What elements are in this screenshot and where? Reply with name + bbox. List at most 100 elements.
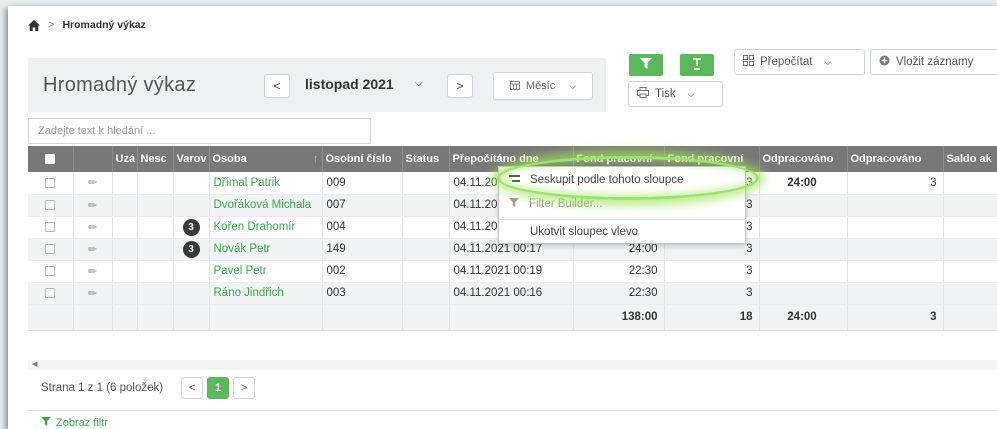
- pencil-icon[interactable]: ✏: [88, 288, 97, 300]
- person-name-cell[interactable]: Novák Petr: [209, 238, 323, 261]
- row-checkbox[interactable]: [45, 199, 56, 210]
- select-all-header[interactable]: [28, 146, 74, 172]
- edit-cell[interactable]: ✏: [73, 260, 113, 283]
- cell: [137, 216, 174, 239]
- row-checkbox-cell[interactable]: [28, 172, 74, 195]
- person-name-cell[interactable]: Dvořáková Michala: [209, 194, 323, 217]
- column-header[interactable]: Odpracováno: [847, 146, 944, 172]
- pager-summary: Strana 1 z 1 (6 položek): [41, 382, 164, 394]
- warning-count-badge[interactable]: 3: [182, 218, 200, 236]
- page-title: Hromadný výkaz: [43, 74, 197, 96]
- cell: [137, 172, 174, 195]
- filter-button[interactable]: [629, 54, 663, 76]
- column-header[interactable]: Nesc: [137, 146, 174, 172]
- recalc-button[interactable]: Přepočítat ⌵: [734, 49, 865, 75]
- pencil-icon[interactable]: ✏: [88, 266, 97, 278]
- menu-item-freeze-left[interactable]: Ukotvit sloupec vlevo: [499, 221, 745, 243]
- clear-filter-icon: [691, 57, 703, 73]
- row-checkbox[interactable]: [45, 177, 56, 188]
- clear-filter-button[interactable]: [680, 54, 714, 76]
- next-page-button[interactable]: >: [233, 377, 256, 399]
- breadcrumb: > Hromadný výkaz: [28, 19, 146, 31]
- edit-cell[interactable]: ✏: [73, 216, 113, 239]
- edit-cell[interactable]: ✏: [73, 194, 113, 217]
- page-button-current[interactable]: 1: [207, 377, 230, 399]
- prev-month-button[interactable]: <: [264, 74, 290, 98]
- person-name-cell[interactable]: Pavel Petr: [209, 260, 323, 283]
- next-month-button[interactable]: >: [447, 74, 473, 98]
- recalculated-date-cell: 04.11.2021 00:19: [449, 260, 574, 283]
- pencil-icon[interactable]: ✏: [88, 222, 97, 234]
- row-checkbox-cell[interactable]: [28, 194, 74, 217]
- row-checkbox-cell[interactable]: [28, 216, 74, 239]
- pencil-icon[interactable]: ✏: [88, 200, 97, 212]
- total-empty-cell: [322, 304, 403, 331]
- status-cell: [402, 282, 450, 305]
- select-all-checkbox[interactable]: [45, 154, 56, 165]
- print-label: Tisk: [655, 88, 676, 100]
- fund-hours-cell: 22:30: [573, 260, 665, 283]
- search-input[interactable]: Zadejte text k hledání ...: [28, 118, 371, 144]
- grid-icon: [743, 55, 754, 69]
- worked-hours-cell: 24:00: [759, 172, 848, 195]
- table-row[interactable]: ✏ Pavel Petr 002 04.11.2021 00:19 22:30 3: [28, 260, 997, 283]
- show-filter-link[interactable]: Zobraz filtr: [28, 410, 997, 429]
- total-empty-cell: [943, 304, 997, 331]
- personal-number-cell: 007: [322, 194, 403, 217]
- chevron-right-icon: >: [456, 79, 464, 93]
- pencil-icon[interactable]: ✏: [88, 177, 97, 189]
- total-empty-cell: [402, 304, 450, 331]
- chevron-down-icon[interactable]: ⌵: [415, 78, 423, 89]
- worked-days-cell: [847, 260, 944, 283]
- period-select[interactable]: Měsíc ⌵: [493, 72, 593, 100]
- edit-cell[interactable]: ✏: [73, 238, 113, 261]
- worked-hours-cell: [759, 238, 848, 261]
- cell: [137, 282, 174, 305]
- row-checkbox-cell[interactable]: [28, 260, 74, 283]
- table-row[interactable]: ✏ Ráno Jindřich 003 04.11.2021 00:16 22:30 3: [28, 282, 997, 305]
- row-checkbox-cell[interactable]: [28, 238, 74, 261]
- totals-row: 138:00 18 24:00 3: [28, 304, 997, 331]
- column-header[interactable]: Odpracováno: [759, 146, 848, 172]
- filter-icon: [640, 58, 652, 72]
- print-button[interactable]: Tisk ⌵: [628, 81, 723, 107]
- insert-records-label: Vložit záznamy: [896, 56, 974, 68]
- balance-cell: [943, 238, 997, 261]
- personal-number-cell: 149: [322, 238, 403, 261]
- column-header[interactable]: Osobní číslo: [322, 146, 403, 172]
- status-cell: [402, 260, 450, 283]
- row-checkbox[interactable]: [45, 265, 56, 276]
- cell: [112, 238, 138, 261]
- scroll-left-icon[interactable]: ◀: [32, 360, 37, 370]
- row-checkbox-cell[interactable]: [28, 282, 74, 305]
- month-label[interactable]: listopad 2021: [305, 76, 394, 92]
- pencil-icon[interactable]: ✏: [88, 244, 97, 256]
- column-header[interactable]: Status: [402, 146, 450, 172]
- person-name-cell[interactable]: Ráno Jindřich: [209, 282, 323, 305]
- worked-days-cell: [847, 194, 944, 217]
- total-empty-cell: [112, 304, 138, 331]
- column-header[interactable]: Uzá: [112, 146, 138, 172]
- person-name-cell[interactable]: Dřímal Patrik: [209, 172, 323, 195]
- balance-cell: [943, 216, 997, 239]
- row-checkbox[interactable]: [45, 287, 56, 298]
- cell: [112, 260, 138, 283]
- prev-page-button[interactable]: <: [181, 377, 204, 399]
- person-name-cell[interactable]: Kořen Drahomír: [209, 216, 323, 239]
- column-header[interactable]: Saldo ak: [943, 146, 997, 172]
- balance-cell: [943, 282, 997, 305]
- cell: [112, 194, 138, 217]
- row-checkbox[interactable]: [45, 221, 56, 232]
- chevron-left-icon: <: [273, 79, 281, 93]
- column-header-osoba[interactable]: Osoba ↑: [209, 146, 323, 172]
- edit-cell[interactable]: ✏: [73, 172, 113, 195]
- row-checkbox[interactable]: [45, 243, 56, 254]
- home-icon[interactable]: [28, 19, 40, 31]
- edit-cell[interactable]: ✏: [73, 282, 113, 305]
- horizontal-scrollbar[interactable]: ◀: [28, 360, 997, 370]
- warning-count-badge[interactable]: 3: [182, 240, 200, 258]
- recalc-label: Přepočítat: [760, 56, 813, 68]
- column-header[interactable]: Varov: [173, 146, 210, 172]
- personal-number-cell: 009: [322, 172, 403, 195]
- insert-records-button[interactable]: Vložit záznamy: [870, 49, 997, 75]
